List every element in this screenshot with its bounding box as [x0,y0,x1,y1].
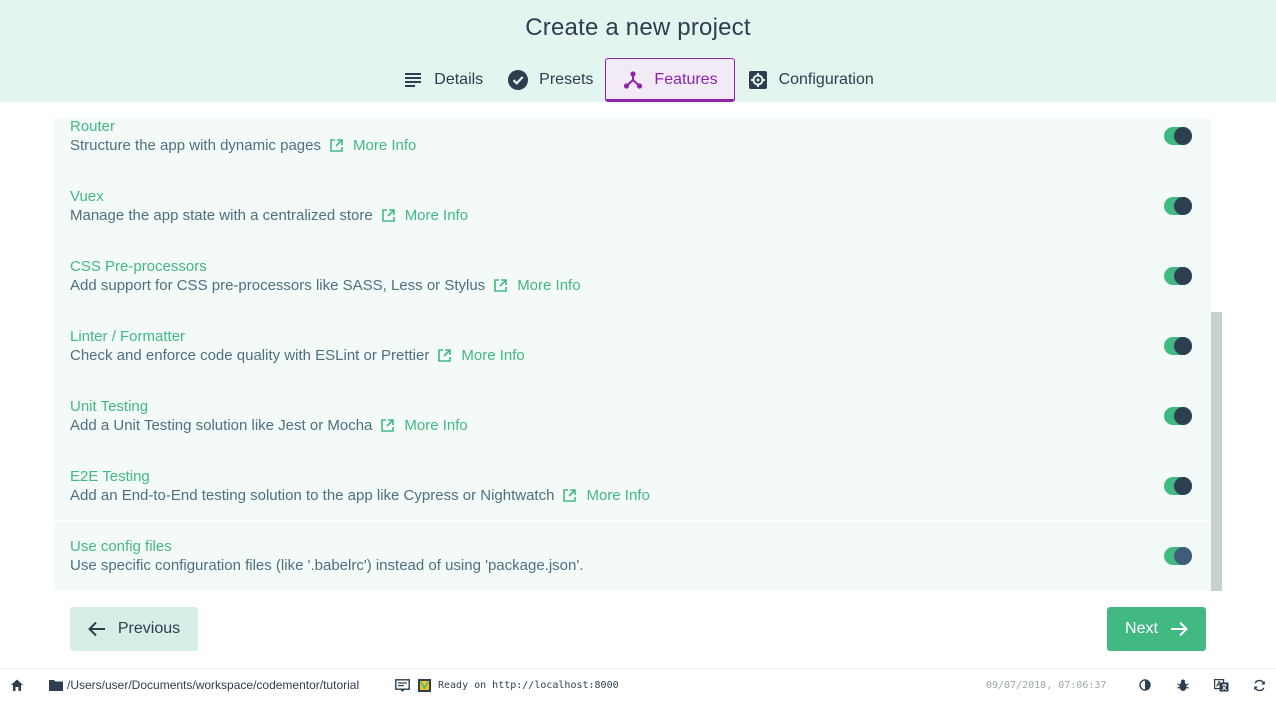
more-info-link[interactable]: More Info [380,417,468,434]
feature-description-row: Use specific configuration files (like '… [70,557,583,574]
arrow-right-icon [1170,621,1188,637]
external-link-icon [563,489,577,502]
external-link-icon [438,349,452,362]
external-link-icon [381,209,395,222]
tab-features-label: Features [654,71,718,88]
feature-toggle[interactable] [1164,547,1192,565]
tab-configuration[interactable]: Configuration [735,58,886,102]
toggle-knob [1174,547,1192,565]
more-info-label: More Info [352,137,417,154]
refresh-icon[interactable] [1253,669,1266,701]
more-info-label: More Info [404,207,469,224]
external-link-icon [494,279,507,292]
log-message: Ready on http://localhost:8000 [438,679,619,691]
more-info-link[interactable]: More Info [562,487,650,504]
feature-description-row: Structure the app with dynamic pages Mor… [70,137,416,154]
next-button-label: Next [1125,620,1158,637]
divider [54,520,1211,521]
feature-description-row: Add a Unit Testing solution like Jest or… [70,417,468,434]
feature-list: Router Structure the app with dynamic pa… [54,118,1211,591]
folder-icon[interactable] [49,669,63,701]
feature-vuex[interactable]: Vuex Manage the app state with a central… [54,188,1211,258]
translate-icon[interactable] [1214,669,1229,701]
feature-description-row: Check and enforce code quality with ESLi… [70,347,525,364]
feature-toggle[interactable] [1164,267,1192,285]
fork-icon [622,69,644,91]
feature-toggle[interactable] [1164,407,1192,425]
tab-presets[interactable]: Presets [495,58,605,102]
feature-css-preprocessors[interactable]: CSS Pre-processors Add support for CSS p… [54,258,1211,328]
external-link-icon [330,139,343,152]
project-path[interactable]: /Users/user/Documents/workspace/codement… [67,669,359,701]
toggle-knob [1174,407,1192,425]
feature-name: Vuex [70,188,104,205]
arrow-left-icon [87,621,105,637]
tab-details[interactable]: Details [390,58,495,102]
feature-name: CSS Pre-processors [70,258,207,275]
step-tabs: Details Presets Features Configuration [0,58,1276,102]
feature-description-row: Add an End-to-End testing solution to th… [70,487,650,504]
feature-description-row: Add support for CSS pre-processors like … [70,277,581,294]
tab-features[interactable]: Features [605,58,735,102]
feature-description: Add a Unit Testing solution like Jest or… [70,417,373,434]
home-icon[interactable] [10,669,24,701]
toggle-knob [1174,197,1192,215]
feature-description: Use specific configuration files (like '… [70,557,584,574]
feature-linter-formatter[interactable]: Linter / Formatter Check and enforce cod… [54,328,1211,398]
toggle-knob [1174,337,1192,355]
tab-presets-label: Presets [539,71,594,88]
feature-description: Structure the app with dynamic pages [70,137,321,154]
gear-icon [747,69,769,91]
more-info-link[interactable]: More Info [381,207,468,224]
more-info-link[interactable]: More Info [493,277,581,294]
feature-description-row: Manage the app state with a centralized … [70,207,468,224]
feature-description: Manage the app state with a centralized … [70,207,373,224]
feature-router[interactable]: Router Structure the app with dynamic pa… [54,118,1211,188]
more-info-label: More Info [404,417,468,434]
list-icon [402,69,424,91]
feature-toggle[interactable] [1164,197,1192,215]
feature-description: Check and enforce code quality with ESLi… [70,347,430,364]
log-icon[interactable] [395,669,410,701]
previous-button[interactable]: Previous [70,607,198,651]
check-circle-icon [507,69,529,91]
more-info-label: More Info [586,487,650,504]
feature-name: Unit Testing [70,398,149,415]
bug-icon[interactable] [1177,669,1189,701]
dark-mode-icon[interactable] [1139,669,1151,701]
status-bar: /Users/user/Documents/workspace/codement… [0,668,1276,700]
feature-use-config-files[interactable]: Use config files Use specific configurat… [54,538,1211,591]
feature-description: Add support for CSS pre-processors like … [70,277,486,294]
vue-logo-icon [418,669,431,701]
toggle-knob [1174,267,1192,285]
next-button[interactable]: Next [1107,607,1206,651]
feature-name: Linter / Formatter [70,328,186,345]
more-info-label: More Info [517,277,581,294]
page-title: Create a new project [525,14,751,41]
feature-description: Add an End-to-End testing solution to th… [70,487,555,504]
tab-details-label: Details [434,71,484,88]
feature-toggle[interactable] [1164,477,1192,495]
more-info-label: More Info [461,347,525,364]
feature-e2e-testing[interactable]: E2E Testing Add an End-to-End testing so… [54,468,1211,538]
status-datetime: 09/07/2018, 07:06:37 [986,679,1107,691]
more-info-link[interactable]: More Info [329,137,416,154]
feature-toggle[interactable] [1164,337,1192,355]
scrollbar-thumb[interactable] [1211,312,1222,591]
page-header: Create a new project Details Presets Fea… [0,0,1276,102]
tab-configuration-label: Configuration [778,71,874,88]
feature-name: E2E Testing [70,468,150,485]
feature-name: Use config files [70,538,172,555]
more-info-link[interactable]: More Info [437,347,525,364]
toggle-knob [1174,477,1192,495]
previous-button-label: Previous [117,620,181,637]
feature-unit-testing[interactable]: Unit Testing Add a Unit Testing solution… [54,398,1211,468]
toggle-knob [1174,127,1192,145]
feature-name: Router [70,118,116,135]
feature-toggle[interactable] [1164,127,1192,145]
external-link-icon [381,419,395,432]
